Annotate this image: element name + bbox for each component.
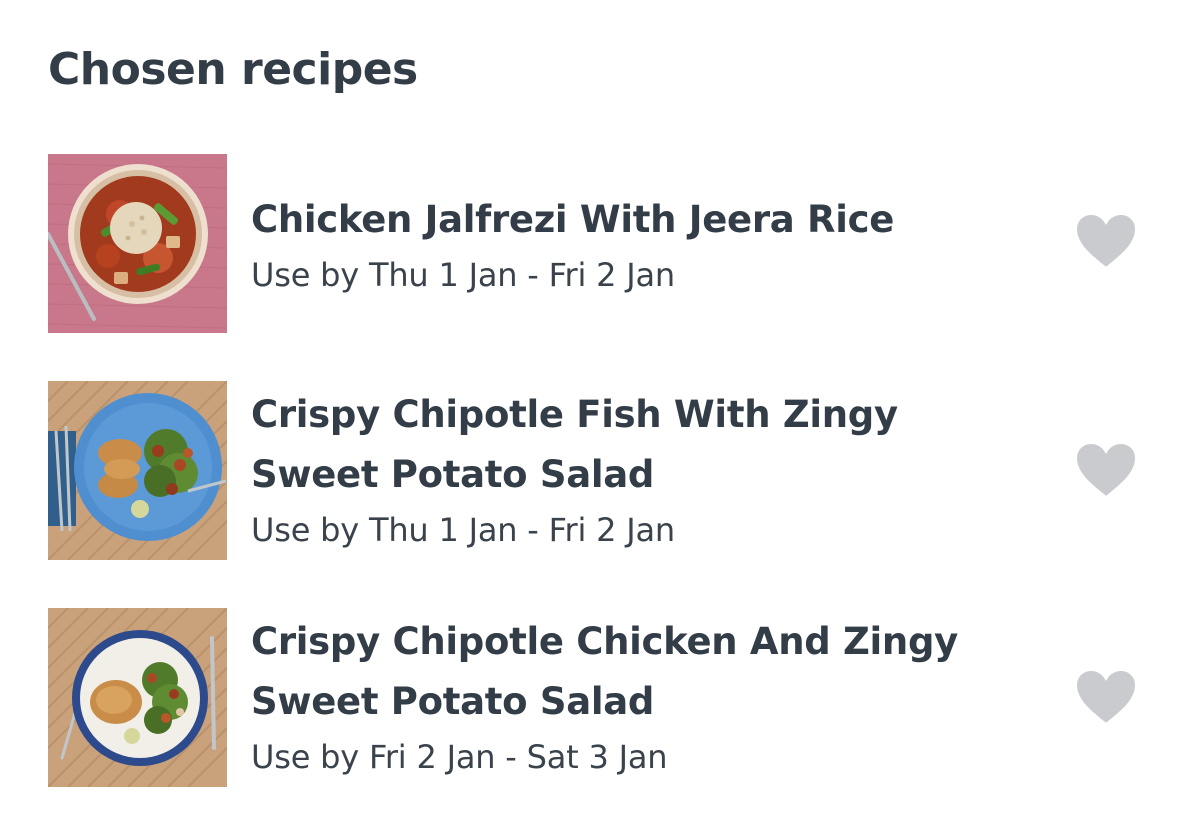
favourite-button[interactable]	[1068, 206, 1144, 276]
heart-icon	[1074, 212, 1138, 270]
recipe-use-by-date: Use by Thu 1 Jan - Fri 2 Jan	[251, 511, 675, 549]
recipe-use-by-date: Use by Fri 2 Jan - Sat 3 Jan	[251, 738, 668, 776]
fish-and-salad-image	[48, 381, 227, 560]
favourite-button[interactable]	[1068, 435, 1144, 505]
heart-icon	[1074, 668, 1138, 726]
recipe-item[interactable]: Crispy Chipotle Chicken And Zingy Sweet …	[48, 608, 1158, 787]
recipe-item[interactable]: Crispy Chipotle Fish With Zingy Sweet Po…	[48, 381, 1158, 560]
recipe-image[interactable]	[48, 154, 227, 333]
recipe-item[interactable]: Chicken Jalfrezi With Jeera Rice Use by …	[48, 154, 1158, 333]
curry-with-rice-image	[48, 154, 227, 333]
recipe-text: Crispy Chipotle Fish With Zingy Sweet Po…	[251, 385, 1031, 555]
heart-icon	[1074, 441, 1138, 499]
recipe-use-by-date: Use by Thu 1 Jan - Fri 2 Jan	[251, 256, 675, 294]
recipe-image[interactable]	[48, 608, 227, 787]
recipe-text: Crispy Chipotle Chicken And Zingy Sweet …	[251, 612, 1031, 782]
recipe-text: Chicken Jalfrezi With Jeera Rice Use by …	[251, 190, 1031, 300]
recipe-list: Chicken Jalfrezi With Jeera Rice Use by …	[0, 0, 1200, 823]
recipe-title[interactable]: Crispy Chipotle Chicken And Zingy Sweet …	[251, 612, 1031, 732]
recipe-title[interactable]: Crispy Chipotle Fish With Zingy Sweet Po…	[251, 385, 1031, 505]
recipe-image[interactable]	[48, 381, 227, 560]
recipe-title[interactable]: Chicken Jalfrezi With Jeera Rice	[251, 190, 1031, 250]
favourite-button[interactable]	[1068, 662, 1144, 732]
chicken-and-salad-image	[48, 608, 227, 787]
